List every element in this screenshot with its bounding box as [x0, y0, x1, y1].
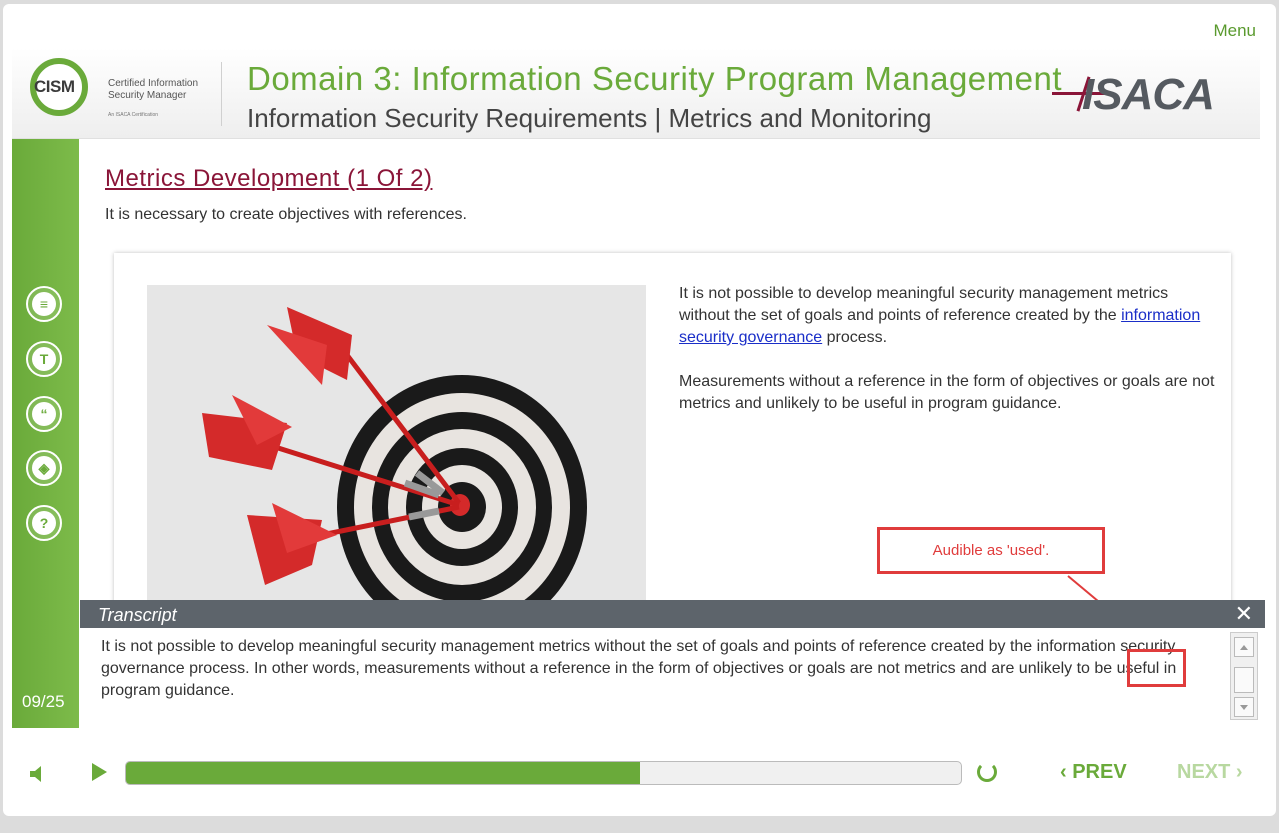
help-icon[interactable]: ?	[26, 505, 62, 541]
scroll-up-button[interactable]	[1234, 637, 1254, 657]
cism-subtitle-line2: Security Manager	[108, 90, 187, 101]
slide-intro: It is necessary to create objectives wit…	[105, 206, 467, 223]
replay-icon[interactable]	[977, 762, 997, 782]
chevron-right-icon: ›	[1230, 761, 1243, 783]
volume-icon[interactable]	[28, 764, 50, 784]
sidebar: ≡ T “ ◈ ? 09/25	[12, 139, 79, 728]
menu-link[interactable]: Menu	[1213, 21, 1256, 41]
isaca-logo: ISACA	[1052, 70, 1232, 120]
transcript-panel: It is not possible to develop meaningful…	[80, 628, 1265, 728]
scroll-down-button[interactable]	[1234, 697, 1254, 717]
annotation-highlight	[1127, 649, 1186, 687]
next-label: NEXT	[1177, 761, 1231, 783]
dartboard-illustration	[147, 285, 646, 603]
document-icon[interactable]: ≡	[26, 286, 62, 322]
layers-icon[interactable]: ◈	[26, 450, 62, 486]
cism-logo: CISM Certified Information Security Mana…	[30, 58, 208, 126]
header: CISM Certified Information Security Mana…	[12, 48, 1260, 139]
transcript-scrollbar[interactable]	[1230, 632, 1258, 720]
layers-icon-glyph: ◈	[32, 456, 56, 480]
prev-label: PREV	[1072, 761, 1127, 783]
domain-subtitle: Information Security Requirements | Metr…	[247, 103, 932, 133]
dartboard-image	[147, 285, 646, 603]
transcript-text: It is not possible to develop meaningful…	[101, 638, 1177, 699]
header-divider	[221, 62, 222, 126]
body-paragraph-1-pre: It is not possible to develop meaningful…	[679, 285, 1169, 324]
slide-body-text: It is not possible to develop meaningful…	[679, 283, 1219, 437]
play-icon[interactable]	[92, 763, 107, 781]
chevron-left-icon: ‹	[1060, 761, 1073, 783]
chevron-up-icon	[1240, 645, 1248, 650]
quote-icon-glyph: “	[32, 402, 56, 426]
annotation-callout: Audible as 'used'.	[877, 527, 1105, 574]
help-icon-glyph: ?	[32, 511, 56, 535]
transcript-title: Transcript	[98, 605, 177, 625]
close-icon[interactable]: ✕	[1235, 601, 1253, 627]
cism-tagline: An ISACA Certification	[108, 112, 159, 118]
isaca-wordmark: ISACA	[1082, 70, 1215, 119]
prev-button[interactable]: ‹ PREV	[1060, 761, 1127, 784]
scroll-thumb[interactable]	[1234, 667, 1254, 693]
quote-icon[interactable]: “	[26, 396, 62, 432]
body-paragraph-1: It is not possible to develop meaningful…	[679, 283, 1219, 349]
chevron-down-icon	[1240, 705, 1248, 710]
body-paragraph-1-post: process.	[822, 329, 888, 346]
domain-title: Domain 3: Information Security Program M…	[247, 60, 1063, 97]
text-icon[interactable]: T	[26, 341, 62, 377]
cism-subtitle-line1: Certified Information	[108, 78, 199, 89]
cism-wordmark: CISM	[34, 77, 75, 96]
progress-fill	[126, 762, 640, 784]
player-controls: ‹ PREV NEXT ›	[12, 740, 1262, 810]
slide-title: Metrics Development (1 Of 2)	[105, 165, 433, 192]
transcript-header: Transcript ✕	[80, 600, 1265, 628]
body-paragraph-2: Measurements without a reference in the …	[679, 373, 1215, 412]
text-icon-glyph: T	[32, 347, 56, 371]
progress-bar[interactable]	[125, 761, 962, 785]
page-count: 09/25	[22, 692, 65, 711]
document-icon-glyph: ≡	[32, 292, 56, 316]
next-button[interactable]: NEXT ›	[1177, 761, 1243, 784]
cism-subtitle: Certified Information Security Manager	[108, 78, 208, 102]
